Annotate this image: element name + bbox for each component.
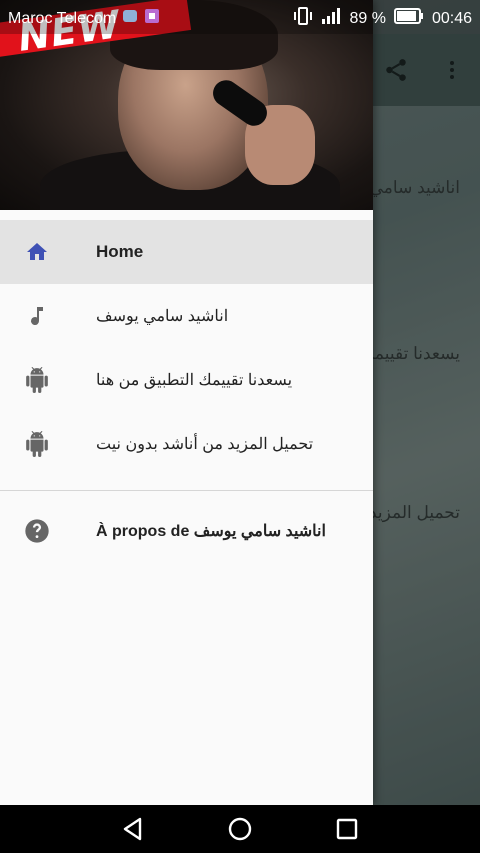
recents-button[interactable] <box>327 811 367 847</box>
carrier-label: Maroc Telecom <box>8 9 117 27</box>
app-notification-icon <box>144 8 160 29</box>
android-icon <box>23 367 51 393</box>
drawer-item-label: يسعدنا تقييمك التطبيق من هنا <box>96 372 293 389</box>
notification-icon <box>122 8 138 29</box>
music-note-icon <box>23 304 51 328</box>
drawer-item-download-more[interactable]: تحميل المزيد من أناشد بدون نيت <box>0 412 373 476</box>
navigation-drawer: NEW Home اناشيد سامي يوسف يسعدنا تقييمك … <box>0 0 373 805</box>
battery-icon <box>393 8 424 29</box>
drawer-item-label: À propos de اناشيد سامي يوسف <box>96 523 326 540</box>
drawer-item-label: Home <box>96 242 144 261</box>
drawer-item-about[interactable]: À propos de اناشيد سامي يوسف <box>0 499 373 563</box>
drawer-item-label: تحميل المزيد من أناشد بدون نيت <box>96 436 314 453</box>
help-icon <box>23 519 51 543</box>
drawer-item-home[interactable]: Home <box>0 220 373 284</box>
recents-square-icon <box>336 818 358 840</box>
drawer-item-label: اناشيد سامي يوسف <box>96 308 229 325</box>
android-icon <box>23 431 51 457</box>
back-triangle-icon <box>123 817 142 841</box>
drawer-item-anasheed[interactable]: اناشيد سامي يوسف <box>0 284 373 348</box>
signal-icon <box>321 7 341 30</box>
menu-divider <box>0 490 373 491</box>
home-button[interactable] <box>220 811 260 847</box>
home-circle-icon <box>228 817 252 841</box>
drawer-item-rate-app[interactable]: يسعدنا تقييمك التطبيق من هنا <box>0 348 373 412</box>
status-bar: Maroc Telecom 89 % 00:46 <box>0 0 480 34</box>
back-button[interactable] <box>113 811 153 847</box>
battery-percent: 89 % <box>349 9 386 27</box>
drawer-menu: Home اناشيد سامي يوسف يسعدنا تقييمك التط… <box>0 220 373 563</box>
home-icon <box>23 240 51 264</box>
vibrate-icon <box>293 7 313 30</box>
clock: 00:46 <box>431 9 472 27</box>
system-nav-bar <box>0 805 480 853</box>
